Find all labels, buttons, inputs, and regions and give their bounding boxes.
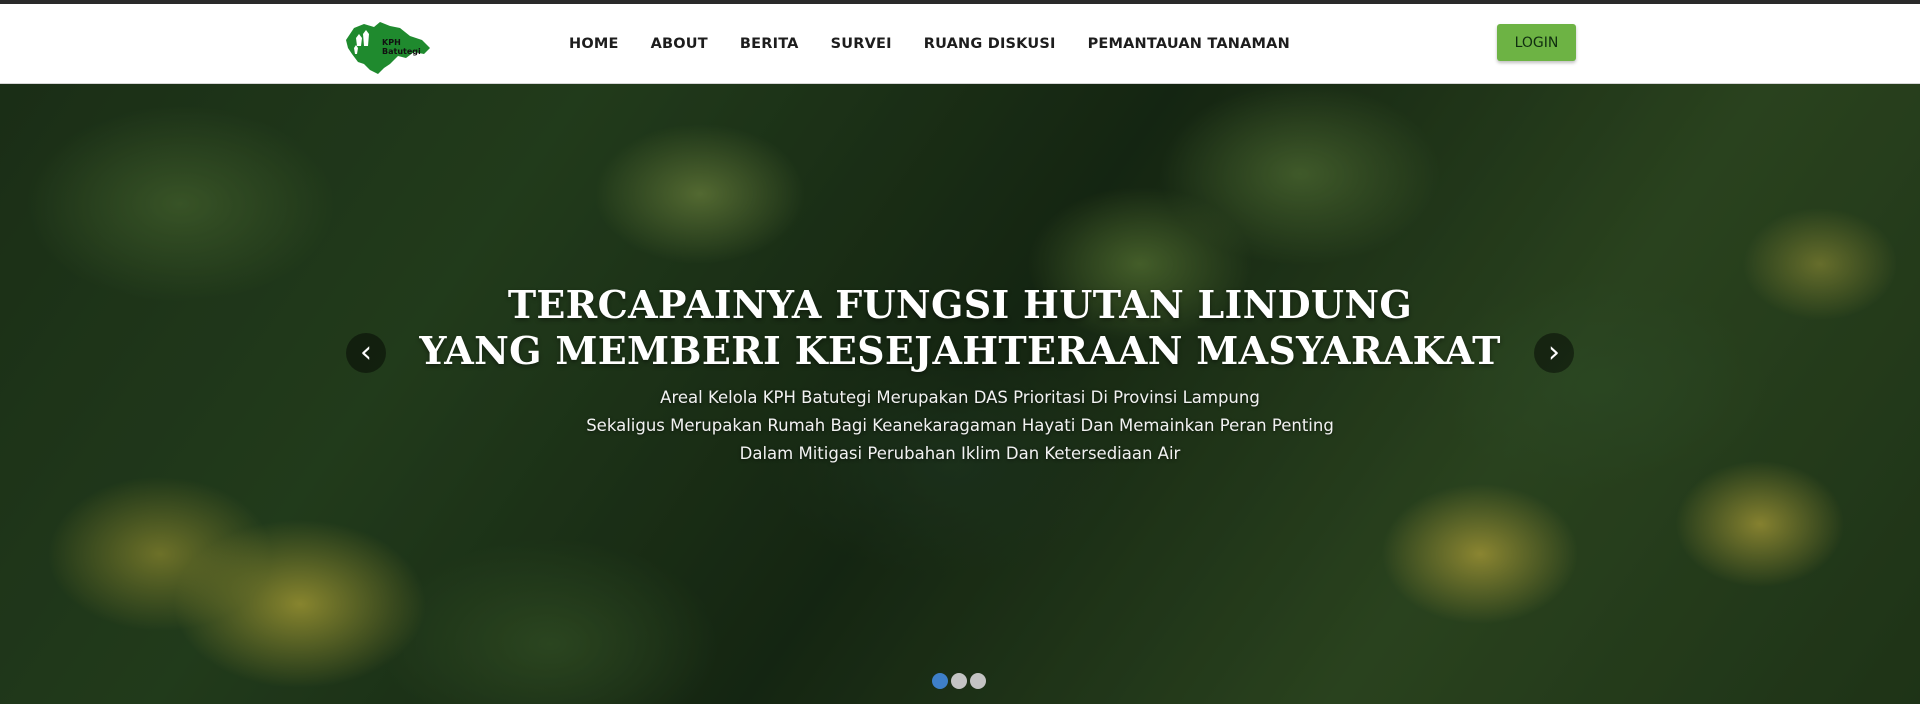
carousel-indicators [932, 673, 989, 689]
carousel-next-button[interactable]: › [1534, 333, 1574, 373]
nav-survei[interactable]: SURVEI [831, 36, 892, 52]
hero-description-line-3: Dalam Mitigasi Perubahan Iklim Dan Keter… [739, 444, 1181, 463]
logo-text-batutegi: Batutegi [382, 47, 421, 56]
nav-home[interactable]: HOME [569, 36, 619, 52]
hero-carousel: TERCAPAINYA FUNGSI HUTAN LINDUNG YANG ME… [0, 84, 1920, 704]
nav-pemantauan-tanaman[interactable]: PEMANTAUAN TANAMAN [1088, 36, 1290, 52]
logo-text-kph: KPH [382, 38, 401, 47]
hero-description-line-1: Areal Kelola KPH Batutegi Merupakan DAS … [660, 388, 1260, 407]
nav-berita[interactable]: BERITA [740, 36, 799, 52]
kph-batutegi-logo[interactable]: KPH Batutegi [340, 18, 432, 78]
login-button[interactable]: LOGIN [1497, 24, 1576, 61]
chevron-left-icon: ‹ [360, 335, 372, 370]
main-nav: HOME ABOUT BERITA SURVEI RUANG DISKUSI P… [569, 4, 1290, 84]
carousel-dot-3[interactable] [970, 673, 986, 689]
nav-about[interactable]: ABOUT [651, 36, 708, 52]
nav-ruang-diskusi[interactable]: RUANG DISKUSI [924, 36, 1056, 52]
navbar: KPH Batutegi HOME ABOUT BERITA SURVEI RU… [0, 4, 1920, 84]
carousel-prev-button[interactable]: ‹ [346, 333, 386, 373]
hero-title-line-1: TERCAPAINYA FUNGSI HUTAN LINDUNG [507, 282, 1413, 327]
carousel-dot-2[interactable] [951, 673, 967, 689]
carousel-slide: TERCAPAINYA FUNGSI HUTAN LINDUNG YANG ME… [0, 84, 1920, 704]
hero-description-line-2: Sekaligus Merupakan Rumah Bagi Keanekara… [586, 416, 1334, 435]
chevron-right-icon: › [1548, 335, 1560, 370]
carousel-dot-1[interactable] [932, 673, 948, 689]
hero-title-line-2: YANG MEMBERI KESEJAHTERAAN MASYARAKAT [419, 328, 1501, 373]
